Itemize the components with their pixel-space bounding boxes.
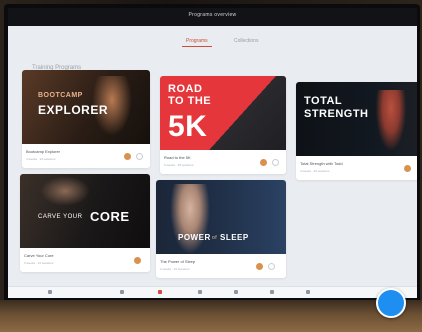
avatar-icon xyxy=(256,263,263,270)
program-meta: 2 weeks · 10 sessions xyxy=(160,267,190,271)
nav-icon[interactable] xyxy=(234,290,238,294)
topbar-title: Programs overview xyxy=(188,12,237,18)
tab-programs[interactable]: Programs xyxy=(182,38,212,47)
thumbnail-title: POWER xyxy=(178,233,211,242)
thumbnail-title: SLEEP xyxy=(220,233,249,242)
thumbnail-title: EXPLORER xyxy=(38,103,109,117)
program-thumbnail: BOOTCAMP EXPLORER xyxy=(22,70,150,144)
check-circle-icon[interactable] xyxy=(268,263,275,270)
program-card[interactable]: POWER of SLEEP The Power of Sleep 2 week… xyxy=(156,180,286,278)
program-thumbnail: TOTAL STRENGTH xyxy=(296,82,417,156)
avatar-icon xyxy=(124,153,131,160)
program-title: The Power of Sleep xyxy=(160,259,196,264)
tab-bar: Programs Collections xyxy=(8,38,417,50)
programs-icon[interactable] xyxy=(158,290,162,294)
program-thumbnail: CARVE YOUR CORE xyxy=(20,174,150,248)
program-meta: 4 weeks · 24 sessions xyxy=(26,157,56,161)
program-card[interactable]: ROAD TO THE 5K Road to the 5K 6 weeks · … xyxy=(160,76,286,174)
program-meta: 3 weeks · 12 sessions xyxy=(24,261,54,265)
nav-icon[interactable] xyxy=(198,290,202,294)
check-circle-icon[interactable] xyxy=(136,153,143,160)
thumbnail-title: of xyxy=(212,235,218,241)
nav-icon[interactable] xyxy=(306,290,310,294)
nav-icon[interactable] xyxy=(120,290,124,294)
bottom-nav xyxy=(8,286,417,298)
home-icon[interactable] xyxy=(48,290,52,294)
thumbnail-title: TO THE xyxy=(168,95,212,107)
program-card[interactable]: BOOTCAMP EXPLORER Bootcamp Explorer 4 we… xyxy=(22,70,150,168)
program-meta: 4 weeks · 20 sessions xyxy=(300,169,330,173)
program-card[interactable]: CARVE YOUR CORE Carve Your Core 3 weeks … xyxy=(20,174,150,272)
avatar-icon xyxy=(404,165,411,172)
program-title: Carve Your Core xyxy=(24,253,54,258)
program-title: Road to the 5K xyxy=(164,155,191,160)
avatar-icon xyxy=(134,257,141,264)
thumbnail-title: ROAD xyxy=(168,83,203,95)
tab-collections[interactable]: Collections xyxy=(234,38,258,44)
program-thumbnail: ROAD TO THE 5K xyxy=(160,76,286,150)
program-title: Total Strength with Todd xyxy=(300,161,343,166)
thumbnail-title: CARVE YOUR xyxy=(38,214,83,220)
thumbnail-title: TOTAL xyxy=(304,95,343,107)
nav-icon[interactable] xyxy=(270,290,274,294)
program-meta: 6 weeks · 18 sessions xyxy=(164,163,194,167)
program-thumbnail: POWER of SLEEP xyxy=(156,180,286,254)
fab-button[interactable] xyxy=(376,288,406,318)
thumbnail-title: STRENGTH xyxy=(304,108,369,120)
program-card[interactable]: TOTAL STRENGTH Total Strength with Todd … xyxy=(296,82,417,180)
thumbnail-title: CORE xyxy=(90,209,130,224)
thumbnail-title: 5K xyxy=(168,110,208,143)
app-screen: Programs overview Programs Collections T… xyxy=(8,8,417,298)
avatar-icon xyxy=(260,159,267,166)
program-title: Bootcamp Explorer xyxy=(26,149,61,154)
wooden-shelf xyxy=(0,300,422,332)
thumbnail-title: BOOTCAMP xyxy=(38,92,83,99)
top-bar: Programs overview xyxy=(8,8,417,26)
check-circle-icon[interactable] xyxy=(272,159,279,166)
